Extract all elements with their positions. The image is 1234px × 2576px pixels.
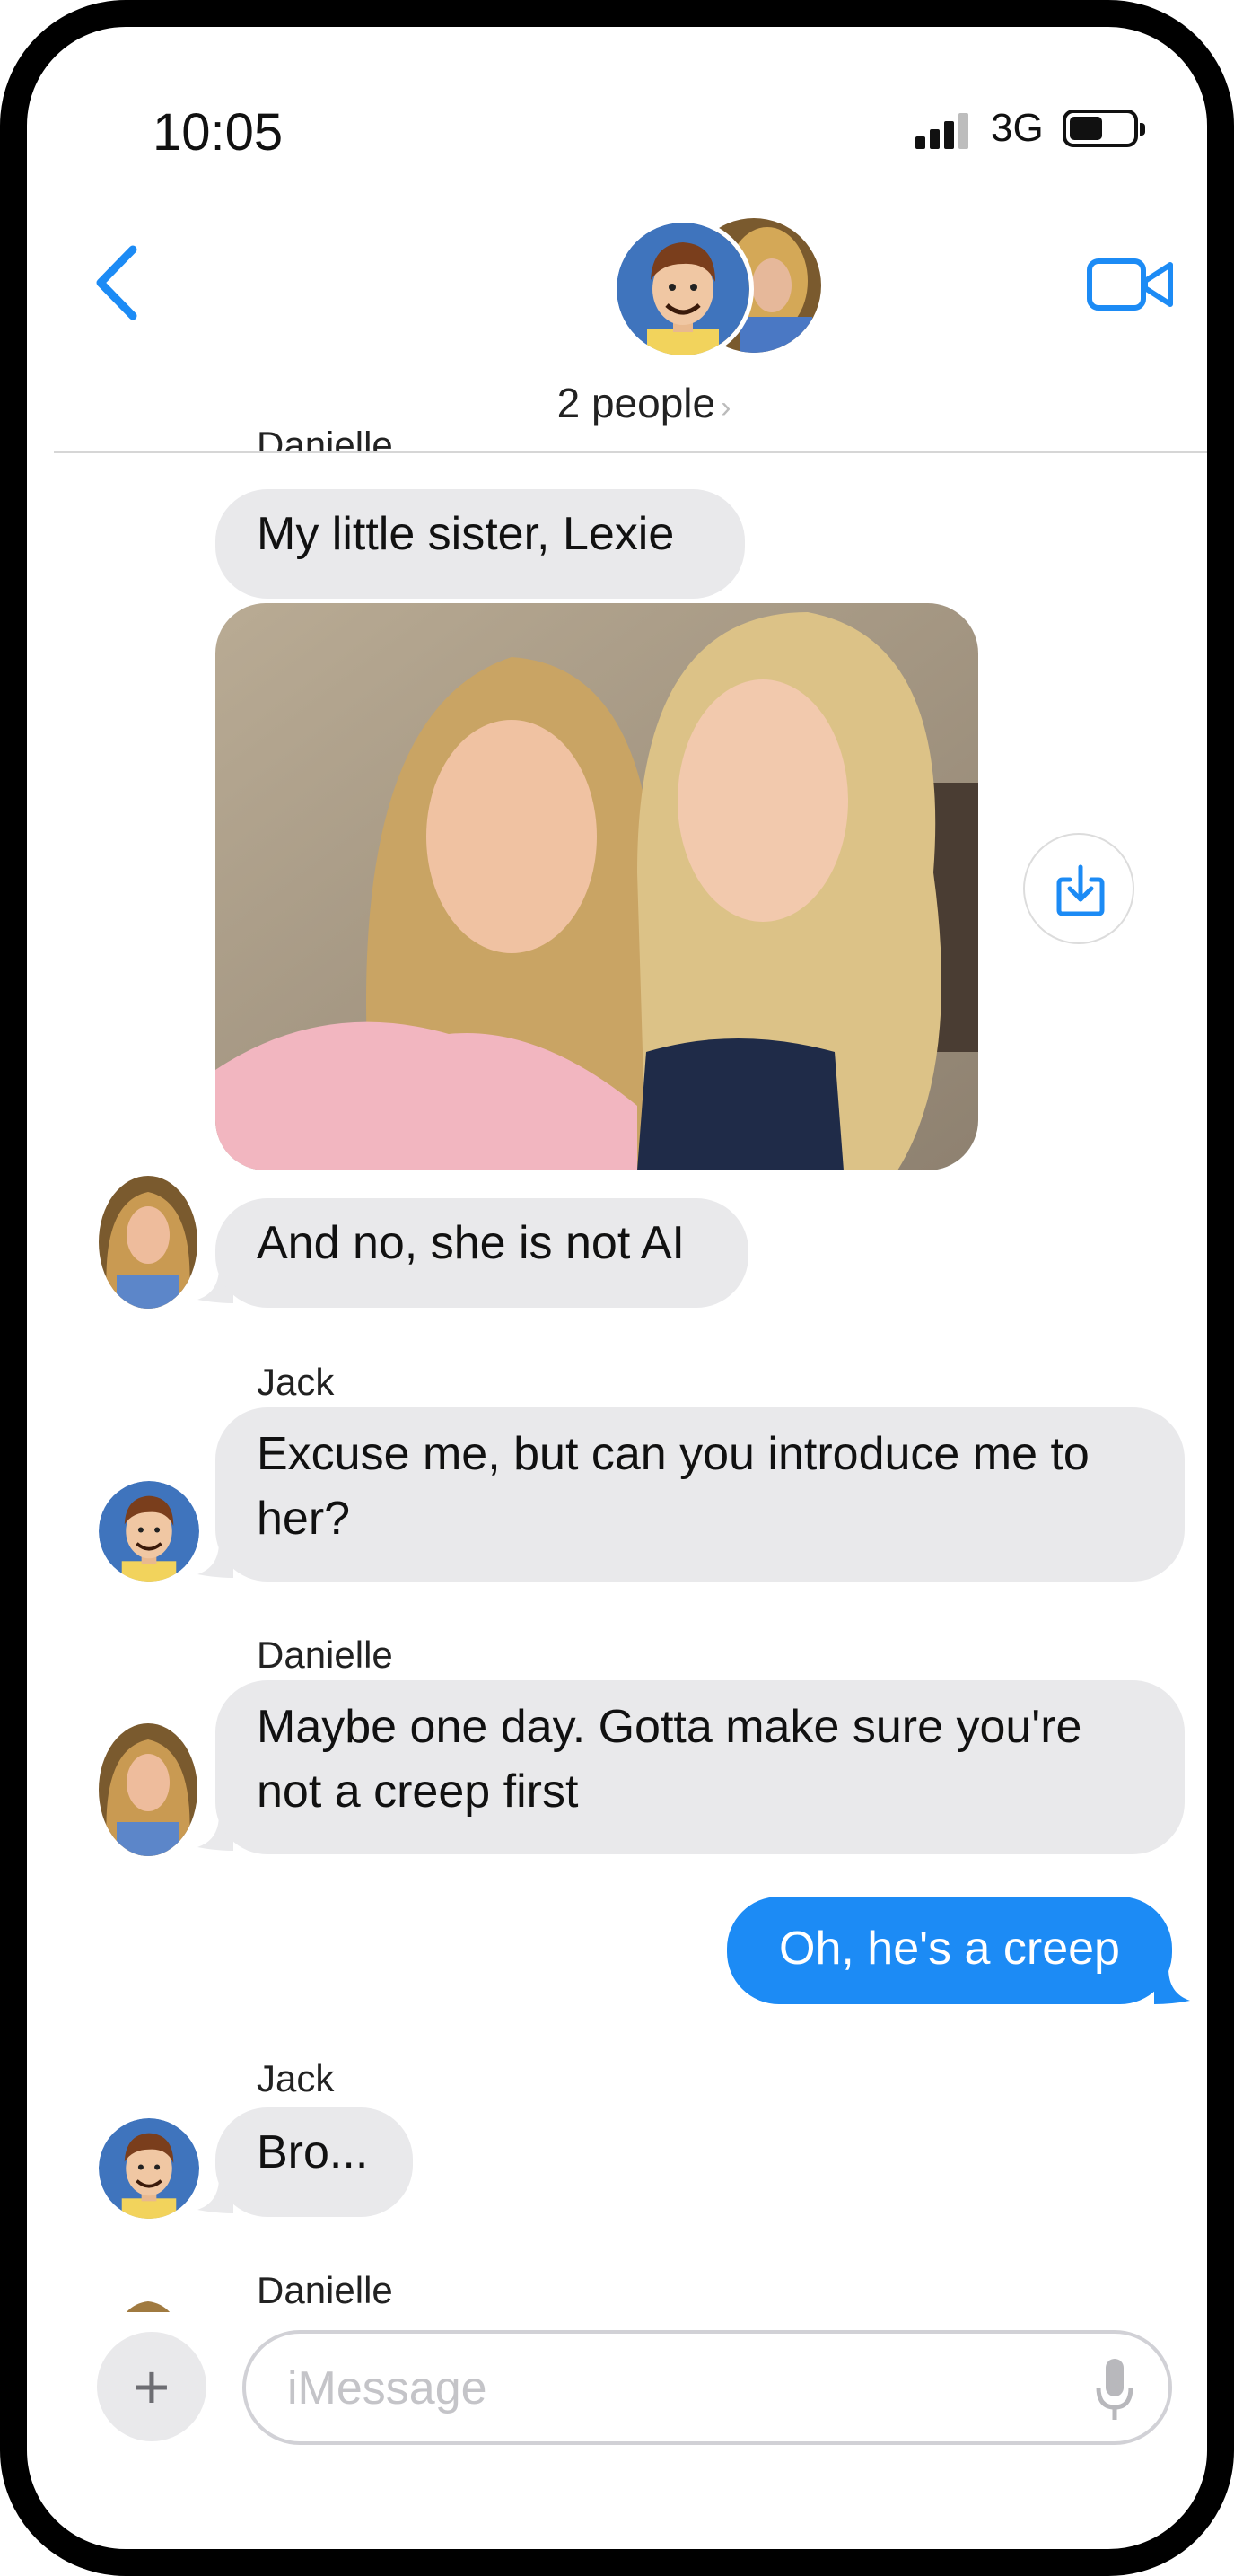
avatar-danielle[interactable] (99, 1723, 197, 1856)
back-chevron-icon[interactable] (92, 242, 145, 323)
battery-icon (1063, 110, 1145, 147)
chevron-right-icon: › (721, 390, 731, 425)
bubble-tail (1154, 1968, 1190, 2004)
microphone-icon[interactable] (1095, 2357, 1134, 2422)
sender-name: Danielle (257, 2269, 393, 2311)
scroll-mask (27, 453, 1207, 480)
sender-name: Jack (257, 1361, 335, 1403)
phone-frame: 10:05 3G 2 people › Danielle My little s… (0, 0, 1234, 2576)
avatar-jack[interactable] (99, 2118, 199, 2219)
avatar-jack[interactable] (99, 1481, 199, 1582)
message-bubble[interactable]: And no, she is not AI (215, 1198, 748, 1308)
video-camera-icon[interactable] (1086, 256, 1176, 313)
signal-icon (915, 113, 968, 149)
apps-plus-button[interactable]: + (97, 2332, 206, 2441)
message-bubble[interactable]: Bro... (215, 2107, 413, 2217)
sender-name: Danielle (257, 1634, 393, 1676)
message-bubble[interactable]: Excuse me, but can you introduce me to h… (215, 1407, 1185, 1582)
imessage-input[interactable] (285, 2355, 1079, 2422)
message-bubble[interactable]: My little sister, Lexie (215, 489, 745, 599)
avatar-danielle-partial (99, 2298, 197, 2312)
save-photo-button[interactable] (1023, 833, 1134, 944)
message-bubble[interactable]: Maybe one day. Gotta make sure you're no… (215, 1680, 1185, 1854)
message-input-field[interactable] (242, 2330, 1172, 2445)
plus-icon: + (133, 2352, 171, 2422)
status-time: 10:05 (153, 103, 284, 162)
save-download-icon (1056, 864, 1105, 916)
shared-photo[interactable] (215, 603, 978, 1170)
sender-name: Jack (257, 2057, 335, 2099)
outgoing-message-bubble[interactable]: Oh, he's a creep (727, 1897, 1172, 2004)
people-label: 2 people (556, 380, 716, 426)
network-type: 3G (991, 106, 1044, 150)
avatar-danielle[interactable] (99, 1176, 197, 1309)
header-divider-overlay (54, 451, 1207, 453)
group-people-link[interactable]: 2 people › (27, 379, 1207, 427)
group-avatar-jack[interactable] (612, 218, 754, 360)
